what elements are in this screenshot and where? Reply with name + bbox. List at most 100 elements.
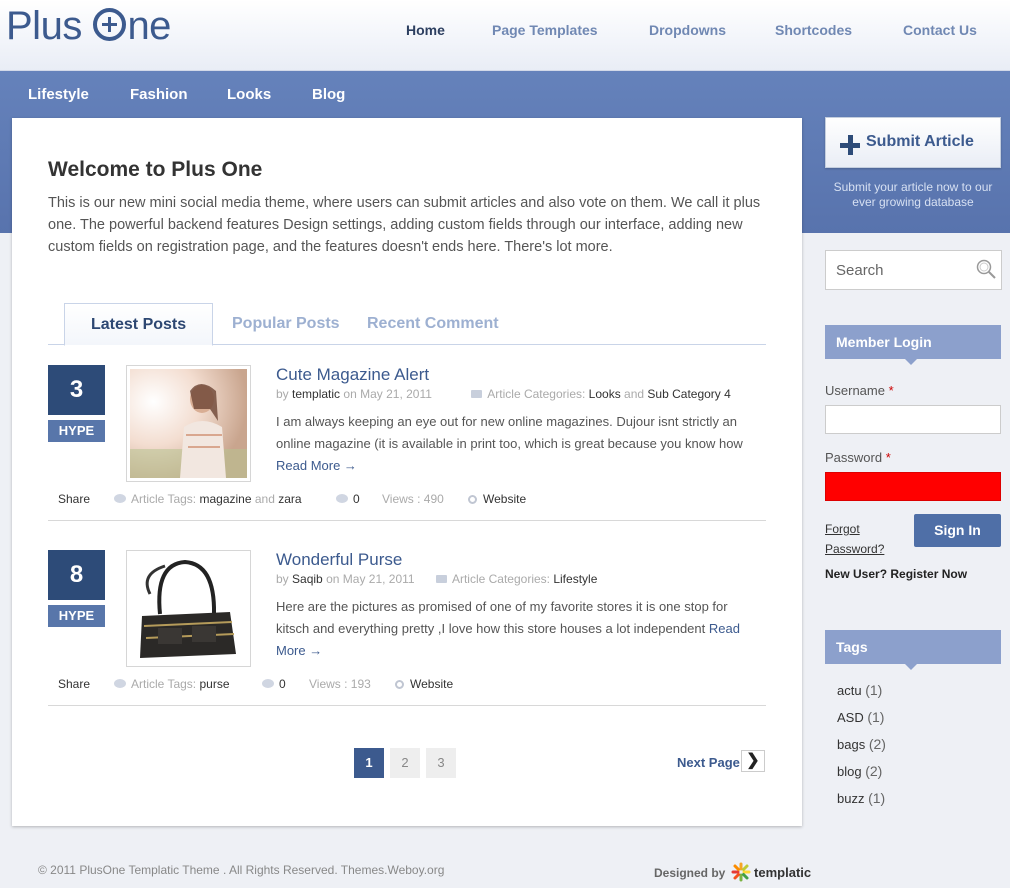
- and-label: and: [624, 387, 645, 401]
- views-label: Views :: [382, 492, 424, 506]
- tag-count: (2): [865, 763, 883, 779]
- designer-name: templatic: [754, 865, 812, 880]
- post-thumbnail[interactable]: [126, 550, 251, 667]
- plus-icon: [840, 135, 860, 155]
- submit-note: Submit your article now to our ever grow…: [833, 180, 993, 209]
- designed-by-label: Designed by: [654, 866, 726, 880]
- tag-icon: [114, 679, 126, 688]
- vote-count: 8: [48, 550, 105, 600]
- excerpt-text: I am always keeping an eye out for new o…: [276, 414, 743, 451]
- on-label: on: [343, 387, 357, 401]
- category-fashion[interactable]: Fashion: [130, 86, 188, 103]
- username-field[interactable]: [825, 405, 1001, 434]
- forgot-password-link[interactable]: Forgot Password?: [825, 519, 895, 559]
- nav-dropdowns[interactable]: Dropdowns: [649, 22, 726, 38]
- comments-count[interactable]: 0: [336, 492, 360, 506]
- post-tags: Article Tags: purse: [114, 677, 230, 691]
- by-label: by: [276, 387, 289, 401]
- post-tags: Article Tags: magazine and zara: [114, 492, 302, 506]
- post-author[interactable]: templatic: [292, 387, 340, 401]
- tag-link[interactable]: magazine: [199, 492, 251, 506]
- category-blog[interactable]: Blog: [312, 86, 345, 103]
- tag-count: (1): [868, 790, 886, 806]
- post-author[interactable]: Saqib: [292, 572, 323, 586]
- read-more-link[interactable]: Read More →: [276, 458, 357, 473]
- password-field[interactable]: [825, 472, 1001, 501]
- nav-shortcodes[interactable]: Shortcodes: [775, 22, 852, 38]
- post-title[interactable]: Cute Magazine Alert: [276, 365, 429, 385]
- comments-count[interactable]: 0: [262, 677, 286, 691]
- comments-value: 0: [353, 492, 360, 506]
- nav-home[interactable]: Home: [406, 22, 445, 38]
- post-title[interactable]: Wonderful Purse: [276, 550, 402, 570]
- category-link[interactable]: Lifestyle: [553, 572, 597, 586]
- vote-count: 3: [48, 365, 105, 415]
- tag-link[interactable]: purse: [199, 677, 229, 691]
- website-label: Website: [410, 677, 454, 691]
- logo-text-start: Plus: [6, 4, 93, 48]
- chevron-right-icon[interactable]: ❯: [741, 750, 765, 772]
- templatic-logo-icon: [731, 862, 751, 882]
- next-page-link[interactable]: Next Page: [677, 755, 740, 770]
- tag-item[interactable]: ASD (1): [837, 709, 886, 736]
- website-link[interactable]: Website: [468, 492, 526, 506]
- views-count: Views : 193: [309, 677, 371, 691]
- share-link[interactable]: Share: [58, 492, 90, 506]
- tab-latest-posts[interactable]: Latest Posts: [64, 303, 214, 346]
- required-mark: *: [885, 450, 891, 465]
- sign-in-button[interactable]: Sign In: [914, 514, 1001, 547]
- register-link[interactable]: New User? Register Now: [825, 567, 967, 581]
- tag-item[interactable]: buzz (1): [837, 790, 886, 817]
- and-label: and: [254, 492, 275, 506]
- username-label-text: Username: [825, 383, 885, 398]
- post-date: May 21, 2011: [360, 387, 432, 401]
- tag-name: bags: [837, 737, 866, 752]
- views-label: Views :: [309, 677, 351, 691]
- search-input[interactable]: [826, 251, 971, 289]
- tab-popular-posts[interactable]: Popular Posts: [232, 303, 340, 345]
- post-footer: Share Article Tags: magazine and zara 0 …: [48, 487, 766, 521]
- page-2-button[interactable]: 2: [390, 748, 420, 778]
- submit-article-button[interactable]: Submit Article: [825, 117, 1001, 168]
- hype-button[interactable]: HYPE: [48, 605, 105, 627]
- website-label: Website: [483, 492, 527, 506]
- welcome-text: This is our new mini social media theme,…: [48, 195, 761, 255]
- username-label: Username *: [825, 383, 894, 398]
- comment-icon: [336, 494, 348, 503]
- post-thumbnail[interactable]: [126, 365, 251, 482]
- nav-page-templates[interactable]: Page Templates: [492, 22, 598, 38]
- search-icon[interactable]: [976, 259, 996, 279]
- post-excerpt: Here are the pictures as promised of one…: [276, 596, 760, 662]
- share-link[interactable]: Share: [58, 677, 90, 691]
- category-looks[interactable]: Looks: [227, 86, 271, 103]
- tag-count: (1): [867, 709, 885, 725]
- tag-item[interactable]: bags (2): [837, 736, 886, 763]
- purse-photo-image: [130, 554, 247, 663]
- nav-contact-us[interactable]: Contact Us: [903, 22, 977, 38]
- submit-article-label: Submit Article: [866, 133, 974, 150]
- site-header: Plus ne Home Page Templates Dropdowns Sh…: [0, 0, 1010, 71]
- folder-icon: [435, 575, 447, 583]
- page-1-button[interactable]: 1: [354, 748, 384, 778]
- tag-count: (1): [865, 682, 883, 698]
- main-content: Welcome to Plus One This is our new mini…: [12, 118, 802, 826]
- tag-list: actu (1) ASD (1) bags (2) blog (2) buzz …: [837, 682, 886, 817]
- tab-recent-comment[interactable]: Recent Comment: [367, 303, 499, 345]
- post-meta: by Saqib on May 21, 2011 Article Categor…: [276, 572, 597, 586]
- tag-name: actu: [837, 683, 862, 698]
- globe-icon: [468, 495, 477, 504]
- hype-button[interactable]: HYPE: [48, 420, 105, 442]
- post-footer: Share Article Tags: purse 0 Views : 193 …: [48, 672, 766, 706]
- website-link[interactable]: Website: [395, 677, 453, 691]
- comment-icon: [262, 679, 274, 688]
- category-link[interactable]: Looks: [589, 387, 621, 401]
- tag-item[interactable]: blog (2): [837, 763, 886, 790]
- tag-link[interactable]: zara: [278, 492, 301, 506]
- plus-circle-icon: [93, 8, 127, 41]
- page-3-button[interactable]: 3: [426, 748, 456, 778]
- site-logo[interactable]: Plus ne: [6, 4, 171, 49]
- tag-item[interactable]: actu (1): [837, 682, 886, 709]
- designed-by[interactable]: Designed by templatic: [654, 862, 811, 882]
- category-lifestyle[interactable]: Lifestyle: [28, 86, 89, 103]
- category-link[interactable]: Sub Category 4: [647, 387, 730, 401]
